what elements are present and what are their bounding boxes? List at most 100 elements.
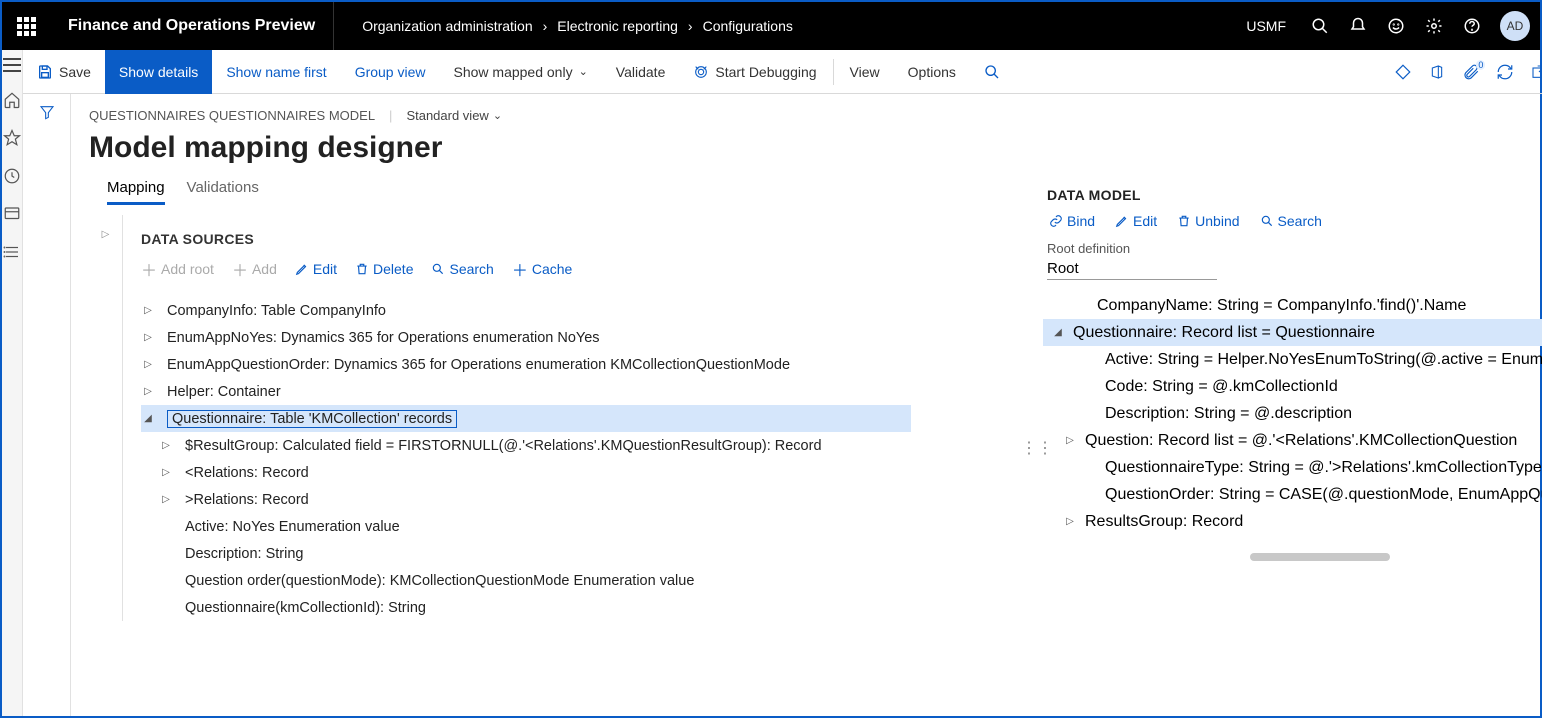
- waffle-icon[interactable]: [2, 2, 50, 50]
- view-button[interactable]: View: [836, 50, 894, 94]
- caret-closed-icon[interactable]: [141, 359, 155, 370]
- caret-open-icon[interactable]: [141, 413, 155, 424]
- modules-icon[interactable]: [2, 242, 22, 262]
- gear-icon[interactable]: [1424, 16, 1444, 36]
- refresh-icon[interactable]: [1495, 62, 1515, 82]
- tab-mapping[interactable]: Mapping: [107, 179, 165, 205]
- tree-row[interactable]: $ResultGroup: Calculated field = FIRSTOR…: [141, 432, 1031, 459]
- app-title: Finance and Operations Preview: [50, 2, 334, 50]
- datasource-types-toggle[interactable]: ▷: [89, 215, 123, 621]
- tree-row[interactable]: Question: Record list = @.'<Relations'.K…: [1043, 427, 1542, 454]
- smile-icon[interactable]: [1386, 16, 1406, 36]
- show-mapped-only-dropdown[interactable]: Show mapped only⌄: [440, 50, 602, 94]
- tree-row[interactable]: QuestionOrder: String = CASE(@.questionM…: [1043, 481, 1542, 508]
- group-view-button[interactable]: Group view: [341, 50, 440, 94]
- caret-open-icon[interactable]: [1051, 327, 1065, 338]
- edit-button[interactable]: Edit: [295, 257, 337, 281]
- tree-row[interactable]: QuestionnaireType: String = @.'>Relation…: [1043, 454, 1542, 481]
- tree-row[interactable]: Active: NoYes Enumeration value: [141, 513, 1031, 540]
- home-icon[interactable]: [2, 90, 22, 110]
- tree-row[interactable]: Questionnaire: Table 'KMCollection' reco…: [141, 405, 911, 432]
- star-icon[interactable]: [2, 128, 22, 148]
- popout-icon[interactable]: [1529, 62, 1542, 82]
- delete-button[interactable]: Delete: [355, 257, 413, 281]
- tree-label: CompanyName: String = CompanyInfo.'find(…: [1097, 297, 1466, 315]
- chevron-down-icon: ⌄: [493, 109, 502, 122]
- tree-label: EnumAppNoYes: Dynamics 365 for Operation…: [167, 330, 600, 346]
- tree-row[interactable]: Description: String = @.description: [1043, 400, 1542, 427]
- cache-button[interactable]: ＋Cache: [512, 257, 572, 281]
- tree-row[interactable]: EnumAppNoYes: Dynamics 365 for Operation…: [141, 324, 1031, 351]
- bell-icon[interactable]: [1348, 16, 1368, 36]
- options-button[interactable]: Options: [894, 50, 970, 94]
- caret-none: [1083, 489, 1097, 500]
- tree-row[interactable]: Code: String = @.kmCollectionId: [1043, 373, 1542, 400]
- recent-icon[interactable]: [2, 166, 22, 186]
- page-context: QUESTIONNAIRES QUESTIONNAIRES MODEL: [89, 108, 375, 123]
- hamburger-icon[interactable]: [3, 58, 21, 72]
- caret-closed-icon[interactable]: [159, 440, 173, 451]
- tree-label: Question order(questionMode): KMCollecti…: [185, 573, 694, 589]
- tree-row[interactable]: EnumAppQuestionOrder: Dynamics 365 for O…: [141, 351, 1031, 378]
- filter-column[interactable]: [23, 94, 71, 716]
- show-details-button[interactable]: Show details: [105, 50, 212, 94]
- bind-button[interactable]: Bind: [1049, 213, 1095, 229]
- caret-closed-icon[interactable]: [159, 467, 173, 478]
- caret-closed-icon[interactable]: [1063, 435, 1077, 446]
- caret-closed-icon[interactable]: [141, 305, 155, 316]
- tree-label: Description: String: [185, 546, 303, 562]
- tree-row[interactable]: CompanyName: String = CompanyInfo.'find(…: [1043, 292, 1542, 319]
- tree-row[interactable]: Questionnaire: Record list = Questionnai…: [1043, 319, 1542, 346]
- diamond-icon[interactable]: [1393, 62, 1413, 82]
- tab-validations[interactable]: Validations: [187, 179, 259, 205]
- attachments-badge: 0: [1476, 60, 1485, 70]
- breadcrumb: Organization administration › Electronic…: [334, 18, 793, 34]
- tree-row[interactable]: Description: String: [141, 540, 1031, 567]
- search-button[interactable]: Search: [431, 257, 493, 281]
- tree-row[interactable]: Helper: Container: [141, 378, 1031, 405]
- workspace-icon[interactable]: [2, 204, 22, 224]
- chevron-down-icon: ⌄: [579, 65, 588, 78]
- show-name-first-button[interactable]: Show name first: [212, 50, 340, 94]
- tree-label: Question: Record list = @.'<Relations'.K…: [1085, 432, 1517, 450]
- breadcrumb-item[interactable]: Configurations: [703, 18, 793, 34]
- caret-closed-icon[interactable]: [1063, 516, 1077, 527]
- validate-button[interactable]: Validate: [602, 50, 680, 94]
- filter-icon: [39, 104, 55, 120]
- breadcrumb-item[interactable]: Organization administration: [362, 18, 532, 34]
- caret-closed-icon[interactable]: [159, 494, 173, 505]
- help-icon[interactable]: [1462, 16, 1482, 36]
- view-selector[interactable]: Standard view⌄: [406, 108, 502, 123]
- horizontal-scrollbar[interactable]: [1250, 553, 1390, 561]
- start-debugging-button[interactable]: Start Debugging: [679, 50, 830, 94]
- company-code[interactable]: USMF: [1246, 18, 1292, 34]
- root-definition-input[interactable]: [1047, 258, 1217, 280]
- tree-row[interactable]: CompanyInfo: Table CompanyInfo: [141, 297, 1031, 324]
- tree-label: $ResultGroup: Calculated field = FIRSTOR…: [185, 438, 822, 454]
- edit-button[interactable]: Edit: [1115, 213, 1157, 229]
- splitter-handle[interactable]: ⋮⋮: [1031, 179, 1043, 716]
- search-icon[interactable]: [1310, 16, 1330, 36]
- tree-row[interactable]: ResultsGroup: Record: [1043, 508, 1542, 535]
- office-icon[interactable]: [1427, 62, 1447, 82]
- attachments-icon[interactable]: 0: [1461, 62, 1481, 82]
- chevron-right-icon: ›: [543, 18, 548, 34]
- save-button[interactable]: Save: [23, 50, 105, 94]
- tree-row[interactable]: Active: String = Helper.NoYesEnumToStrin…: [1043, 346, 1542, 373]
- tree-label: Questionnaire(kmCollectionId): String: [185, 600, 426, 616]
- breadcrumb-item[interactable]: Electronic reporting: [557, 18, 678, 34]
- unbind-button[interactable]: Unbind: [1177, 213, 1239, 229]
- tree-row[interactable]: >Relations: Record: [141, 486, 1031, 513]
- search-button[interactable]: Search: [1260, 213, 1322, 229]
- tree-row[interactable]: Questionnaire(kmCollectionId): String: [141, 594, 1031, 621]
- chevron-right-icon: ›: [688, 18, 693, 34]
- tree-row[interactable]: Question order(questionMode): KMCollecti…: [141, 567, 1031, 594]
- actionbar-search-icon[interactable]: [970, 50, 1014, 94]
- caret-closed-icon[interactable]: [141, 386, 155, 397]
- caret-none: [1083, 381, 1097, 392]
- top-navbar: Finance and Operations Preview Organizat…: [2, 2, 1540, 50]
- caret-closed-icon[interactable]: [141, 332, 155, 343]
- tree-label: ResultsGroup: Record: [1085, 513, 1243, 531]
- avatar[interactable]: AD: [1500, 11, 1530, 41]
- tree-row[interactable]: <Relations: Record: [141, 459, 1031, 486]
